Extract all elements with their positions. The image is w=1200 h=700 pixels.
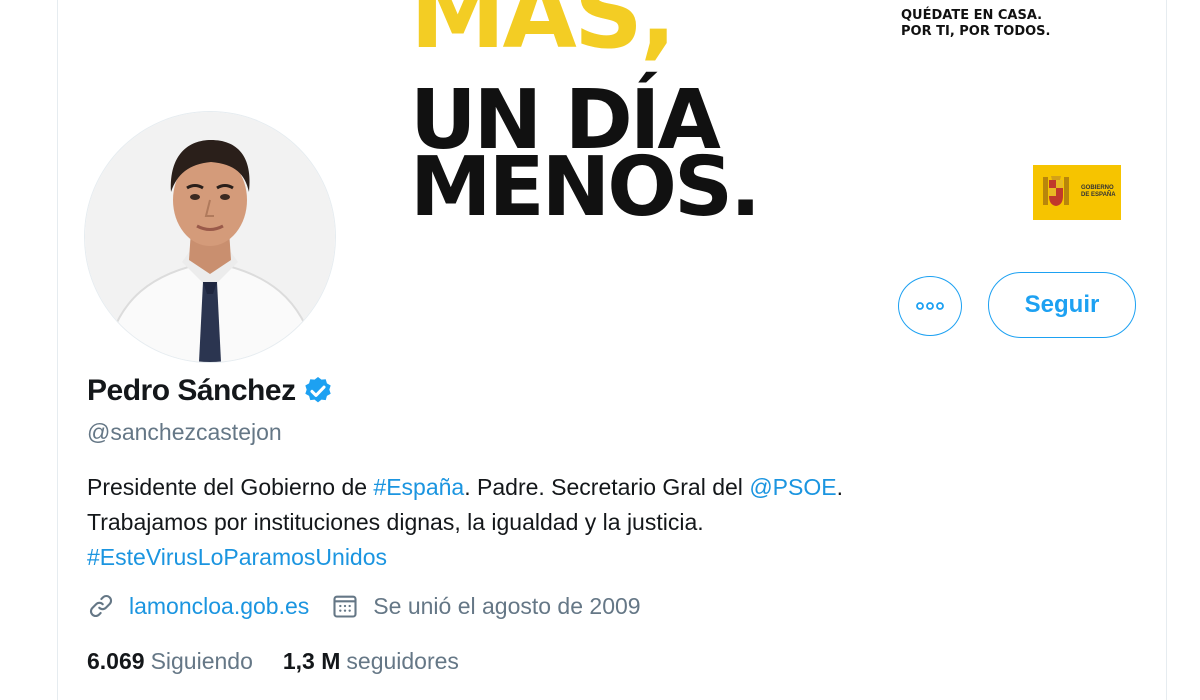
government-logo-text: GOBIERNO DE ESPAÑA	[1081, 185, 1116, 198]
mention-psoe-link[interactable]: @PSOE	[749, 474, 836, 500]
banner-headline-line3: MENOS.	[410, 140, 761, 232]
follow-button[interactable]: Seguir	[988, 272, 1136, 338]
following-link[interactable]: 6.069 Siguiendo	[87, 648, 253, 675]
followers-link[interactable]: 1,3 Mseguidores	[283, 648, 459, 675]
avatar-photo	[85, 112, 335, 362]
government-logo: GOBIERNO DE ESPAÑA	[1033, 165, 1121, 220]
follow-stats: 6.069 Siguiendo 1,3 Mseguidores	[87, 648, 489, 675]
profile-name: Pedro Sánchez	[87, 374, 296, 407]
profile-name-row: Pedro Sánchez	[87, 374, 334, 408]
coat-of-arms-icon	[1043, 176, 1069, 206]
profile-meta: lamoncloa.gob.es Se unió el agosto de 20…	[87, 592, 663, 620]
hashtag-estevirus-link[interactable]: #EsteVirusLoParamosUnidos	[87, 544, 387, 570]
calendar-icon	[333, 595, 357, 618]
following-label: Siguiendo	[150, 648, 253, 674]
hashtag-espana-link[interactable]: #España	[373, 474, 464, 500]
profile-bio: Presidente del Gobierno de #España. Padr…	[87, 470, 1087, 575]
banner-headline-line1: MÁS,	[410, 0, 676, 70]
bio-line2: Trabajamos por instituciones dignas, la …	[87, 509, 704, 535]
followers-count: 1,3 M	[282, 648, 341, 674]
following-count: 6.069	[87, 648, 145, 674]
joined-item: Se unió el agosto de 2009	[331, 592, 641, 620]
campaign-line1: QUÉDATE EN CASA.	[901, 8, 1043, 23]
banner-campaign-text: QUÉDATE EN CASA. POR TI, POR TODOS.	[901, 8, 1050, 40]
joined-date: Se unió el agosto de 2009	[373, 592, 641, 619]
verified-badge-icon	[304, 377, 331, 403]
website-item: lamoncloa.gob.es	[87, 592, 309, 620]
link-icon	[89, 594, 113, 618]
more-options-button[interactable]	[898, 276, 962, 336]
profile-page: MÁS, UN DÍA MENOS. QUÉDATE EN CASA. POR …	[0, 0, 1200, 700]
bio-line1: Presidente del Gobierno de #España. Padr…	[87, 474, 843, 500]
profile-avatar[interactable]	[85, 112, 335, 362]
campaign-line2: POR TI, POR TODOS.	[901, 24, 1051, 39]
more-dots-icon	[916, 302, 944, 310]
profile-handle: @sanchezcastejon	[87, 419, 282, 445]
website-link[interactable]: lamoncloa.gob.es	[129, 593, 309, 620]
followers-label: seguidores	[346, 648, 459, 674]
